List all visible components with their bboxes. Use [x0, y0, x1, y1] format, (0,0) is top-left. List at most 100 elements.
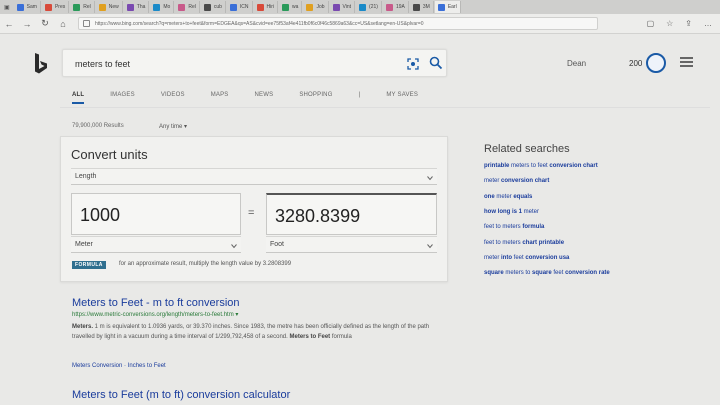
related-search-link[interactable]: feet to meters chart printable [484, 240, 564, 246]
browser-tab[interactable]: cub [201, 1, 226, 13]
browser-tab[interactable]: Job [303, 1, 329, 13]
snippet-bold-term: Meters. [72, 324, 94, 330]
favorite-star-icon[interactable]: ☆ [666, 19, 673, 28]
browser-tab[interactable]: ICN [227, 1, 253, 13]
time-filter-dropdown[interactable]: Any time ▾ [159, 123, 187, 130]
tab-all[interactable]: ALL [72, 92, 85, 104]
result-title-link[interactable]: Meters to Feet - m to ft conversion [72, 297, 240, 309]
related-search-text: conversion rate [565, 270, 610, 277]
tab-list-icon[interactable]: ▣ [0, 4, 14, 11]
rewards-points[interactable]: 200 [629, 59, 642, 68]
tab-images[interactable]: IMAGES [110, 92, 135, 98]
search-box[interactable]: meters to feet [62, 49, 447, 77]
rewards-medal-icon[interactable] [646, 53, 666, 73]
share-icon[interactable]: ⇪ [685, 19, 692, 28]
tab-favicon-icon [98, 3, 106, 11]
from-unit-select[interactable]: Meter [71, 236, 241, 253]
forward-icon[interactable]: → [18, 19, 36, 29]
tab-label: Tha [136, 4, 146, 10]
related-search-text: meters to [503, 270, 533, 277]
browser-tab[interactable]: Earl [434, 1, 461, 13]
browser-tab-strip: ▣ Sam Pres Rel New Tha Mo Rel cub ICN Hiri wa Job Vi… [0, 0, 720, 14]
tab-videos[interactable]: VIDEOS [161, 92, 185, 98]
browser-tab[interactable]: Vint [330, 1, 356, 13]
category-value: Length [75, 173, 97, 180]
related-search-text: feet to meters [484, 224, 523, 231]
deep-link-inches-to-feet[interactable]: Inches to Feet [128, 363, 166, 369]
related-search-text: conversion usa [525, 254, 570, 261]
browser-tab[interactable]: wa [279, 1, 303, 13]
related-search-link[interactable]: how long is 1 meter [484, 209, 539, 215]
converter-title: Convert units [71, 147, 148, 162]
tab-favicon-icon [306, 3, 314, 11]
deep-link-meters-conversion[interactable]: Meters Conversion [72, 363, 122, 369]
tab-favicon-icon [16, 3, 24, 11]
tab-label: 19A [395, 4, 405, 10]
formula-badge: FORMULA [72, 261, 106, 269]
tab-favicon-icon [126, 3, 134, 11]
visual-search-icon[interactable] [407, 58, 419, 70]
more-icon[interactable]: … [704, 19, 712, 28]
lock-icon [83, 20, 90, 27]
browser-tab[interactable]: 19A [383, 1, 409, 13]
related-search-text: conversion chart [549, 163, 598, 169]
result-url-text: https://www.metric-conversions.org/lengt… [72, 312, 234, 318]
reading-view-icon[interactable]: ▢ [647, 19, 655, 28]
browser-tab[interactable]: Rel [175, 1, 200, 13]
chevron-down-icon [427, 176, 433, 181]
related-search-link[interactable]: square meters to square feet conversion … [484, 270, 610, 276]
hamburger-menu-icon[interactable] [680, 57, 693, 67]
back-icon[interactable]: ← [0, 19, 18, 29]
tab-favicon-icon [412, 3, 420, 11]
browser-tab[interactable]: Mo [150, 1, 175, 13]
results-count: 79,900,000 Results [72, 123, 124, 129]
browser-actions: ▢ ☆ ⇪ … [635, 19, 720, 28]
header-divider [60, 107, 710, 108]
to-unit-value: Foot [270, 241, 285, 248]
snippet-text: formula [330, 334, 352, 340]
chevron-down-icon [231, 244, 237, 249]
related-search-text: feet to meters [484, 239, 523, 246]
browser-tab[interactable]: Sam [14, 1, 41, 13]
refresh-icon[interactable]: ↻ [36, 18, 54, 29]
tab-my-saves[interactable]: MY SAVES [386, 92, 418, 98]
result-url[interactable]: https://www.metric-conversions.org/lengt… [72, 311, 238, 318]
search-icon[interactable] [429, 56, 443, 70]
to-value-input[interactable]: 3280.8399 [266, 193, 437, 235]
equals-sign: = [248, 207, 255, 219]
tab-favicon-icon [332, 3, 340, 11]
tab-news[interactable]: NEWS [255, 92, 274, 98]
browser-tab[interactable]: Hiri [254, 1, 279, 13]
user-name[interactable]: Dean [567, 59, 586, 68]
tab-shopping[interactable]: SHOPPING [299, 92, 332, 98]
result-title-link[interactable]: Meters to Feet (m to ft) conversion calc… [72, 389, 290, 401]
to-unit-select[interactable]: Foot [266, 236, 437, 253]
browser-tab[interactable]: Rel [70, 1, 95, 13]
browser-tab[interactable]: Tha [124, 1, 150, 13]
browser-tab[interactable]: New [96, 1, 123, 13]
browser-tab[interactable]: 3M [410, 1, 434, 13]
related-searches-heading: Related searches [484, 143, 570, 155]
category-select[interactable]: Length [71, 168, 437, 185]
snippet-bold-term: Meters to Feet [289, 334, 331, 340]
browser-tab[interactable]: Pres [42, 1, 70, 13]
address-bar[interactable]: https://www.bing.com/search?q=meters+to+… [78, 17, 598, 30]
tab-maps[interactable]: MAPS [211, 92, 229, 98]
home-icon[interactable]: ⌂ [54, 19, 72, 29]
related-search-link[interactable]: one meter equals [484, 194, 532, 200]
bing-logo-icon[interactable] [33, 52, 49, 76]
related-search-text: meter [494, 193, 514, 200]
time-filter-label: Any time [159, 124, 183, 130]
related-search-text: meter [522, 208, 540, 215]
related-search-link[interactable]: feet to meters formula [484, 224, 544, 230]
related-search-link[interactable]: printable meters to feet conversion char… [484, 163, 598, 169]
related-search-link[interactable]: meter conversion chart [484, 178, 549, 184]
result-snippet: Meters. 1 m is equivalent to 1.0936 yard… [72, 322, 447, 342]
tab-label: Rel [188, 4, 196, 10]
from-value-input[interactable]: 1000 [71, 193, 241, 235]
related-search-link[interactable]: meter into feet conversion usa [484, 255, 569, 261]
browser-tab[interactable]: (21) [356, 1, 382, 13]
result-deep-links: Meters Conversion · Inches to Feet [72, 363, 166, 369]
search-input[interactable]: meters to feet [75, 59, 130, 69]
tab-favicon-icon [73, 3, 81, 11]
